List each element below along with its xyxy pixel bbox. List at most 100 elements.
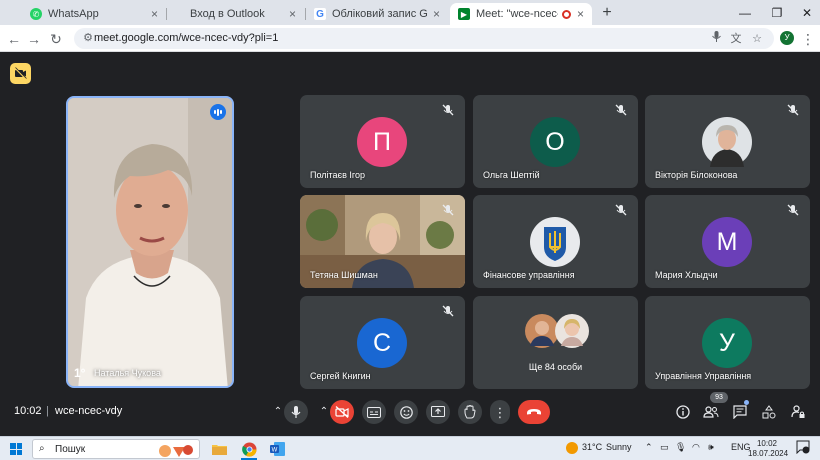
tab-label: Обліковий запис Google [332,8,427,20]
restore-button[interactable]: ❐ [760,3,794,23]
weather-sun-icon [566,442,578,454]
participant-tile[interactable]: С Сергей Книгин [300,296,465,389]
wifi-icon[interactable]: ◠ [692,442,700,453]
captions-icon [367,406,381,418]
participant-tile[interactable]: Фінансове управління [473,195,638,288]
more-menu-icon[interactable]: ⋮ [801,29,815,49]
close-icon[interactable]: × [433,7,440,21]
windows-start-icon[interactable] [10,443,22,455]
site-settings-icon[interactable]: ⚙ [81,31,95,45]
present-screen-button[interactable] [426,400,450,424]
close-icon[interactable]: × [577,7,584,21]
mic-off-icon [615,104,627,116]
avatar: У [702,318,752,368]
activities-button[interactable] [758,401,780,423]
speaker-tile[interactable]: 1° Наталья Чукова [66,96,234,388]
lock-person-icon [791,405,805,418]
speaker-video [68,98,232,386]
meeting-time: 10:02 [14,405,42,417]
participant-name: Управління Управління [655,371,752,381]
raise-hand-button[interactable] [458,400,482,424]
participant-tile[interactable]: О Ольга Шептій [473,95,638,188]
speaking-indicator-icon [210,104,226,120]
network-tray-icon[interactable]: ▭ [660,442,669,453]
hang-up-icon [527,409,541,415]
browser-tab-strip: ✆ WhatsApp × Вход в Outlook × G Облікови… [0,0,820,25]
clock-time: 10:02 [756,439,778,448]
tray-chevron-icon[interactable]: ⌃ [645,442,653,453]
tab-meet[interactable]: ▶ Meet: "wce-ncec-vdy" × [450,3,592,25]
address-bar[interactable]: ⚙ meet.google.com/wce-ncec-vdy?pli=1 文 ☆ [74,28,774,49]
weather-temperature: 31°C [582,442,603,452]
bookmark-star-icon[interactable]: ☆ [749,31,765,47]
speaker-name: Наталья Чукова [94,368,161,378]
more-participants-tile[interactable]: Ще 84 особи [473,296,638,389]
more-options-button[interactable]: ⋮ [490,400,510,424]
participant-name: Ольга Шептій [483,170,540,180]
close-icon[interactable]: × [151,7,158,21]
participant-tile[interactable]: Вікторія Білоконова [645,95,810,188]
mic-off-icon [787,204,799,216]
people-button[interactable] [700,401,722,423]
participant-tile-video[interactable]: Тетяна Шишман [300,195,465,288]
mic-off-icon [442,305,454,317]
participant-name: Сергей Книгин [310,371,371,381]
avatar: П [357,117,407,167]
meet-icon: ▶ [458,8,470,20]
avatar-photo [702,117,752,167]
activities-icon [762,405,776,419]
search-highlight-icon [159,445,193,457]
microphone-tray-icon[interactable]: 🎙 [675,442,686,453]
raise-hand-icon [464,405,476,419]
microphone-button[interactable] [284,400,308,424]
participant-name: Мария Хлыдчи [655,270,718,280]
close-window-button[interactable]: ✕ [790,3,820,23]
file-explorer-icon[interactable] [206,438,232,460]
mic-off-icon [442,104,454,116]
participant-tile[interactable]: П Політаєв Ігор [300,95,465,188]
clock-date: 18.07.2024 [748,449,789,458]
minimize-button[interactable]: — [728,3,762,23]
svg-text:W: W [271,448,277,454]
google-icon: G [314,8,326,20]
translate-icon[interactable]: 文 [728,31,744,47]
new-tab-button[interactable]: + [597,3,617,23]
tab-whatsapp[interactable]: ✆ WhatsApp × [22,3,166,25]
volume-icon[interactable]: 🕪 [708,442,714,453]
search-placeholder: Пошук [55,444,86,455]
reactions-button[interactable] [394,400,418,424]
info-icon [676,405,690,419]
participant-name: Тетяна Шишман [310,270,378,280]
meeting-details-button[interactable] [672,401,694,423]
taskbar-search[interactable]: ⌕ Пошук [32,439,200,459]
profile-avatar[interactable]: У [780,31,794,45]
participant-tile[interactable]: У Управління Управління [645,296,810,389]
video-off-warning-button[interactable] [10,63,31,84]
host-controls-button[interactable] [787,401,809,423]
whatsapp-icon: ✆ [30,8,42,20]
tab-label: Вход в Outlook [190,8,265,20]
chrome-icon[interactable] [236,438,262,460]
microphone-icon[interactable] [708,31,724,47]
tab-label: WhatsApp [48,8,99,20]
taskbar-clock[interactable]: 10:02 18.07.2024 [748,439,789,459]
avatar: О [530,117,580,167]
avatar-photo [525,314,559,348]
meeting-code: wce-ncec-vdy [55,405,123,417]
camera-off-button[interactable] [330,400,354,424]
back-button[interactable]: ← [4,29,24,49]
leave-call-button[interactable] [518,400,550,424]
camera-off-icon [335,406,349,418]
mic-off-icon [787,104,799,116]
participant-tile[interactable]: М Мария Хлыдчи [645,195,810,288]
tab-outlook[interactable]: Вход в Outlook × [164,3,304,25]
word-icon[interactable]: W [264,438,290,460]
close-icon[interactable]: × [289,7,296,21]
captions-button[interactable] [362,400,386,424]
notifications-icon[interactable] [796,440,810,456]
avatar-photo [555,314,589,348]
tab-google-account[interactable]: G Обліковий запис Google × [306,3,448,25]
forward-button[interactable]: → [24,29,44,49]
reload-button[interactable]: ↻ [46,29,66,49]
chat-button[interactable] [729,401,751,423]
